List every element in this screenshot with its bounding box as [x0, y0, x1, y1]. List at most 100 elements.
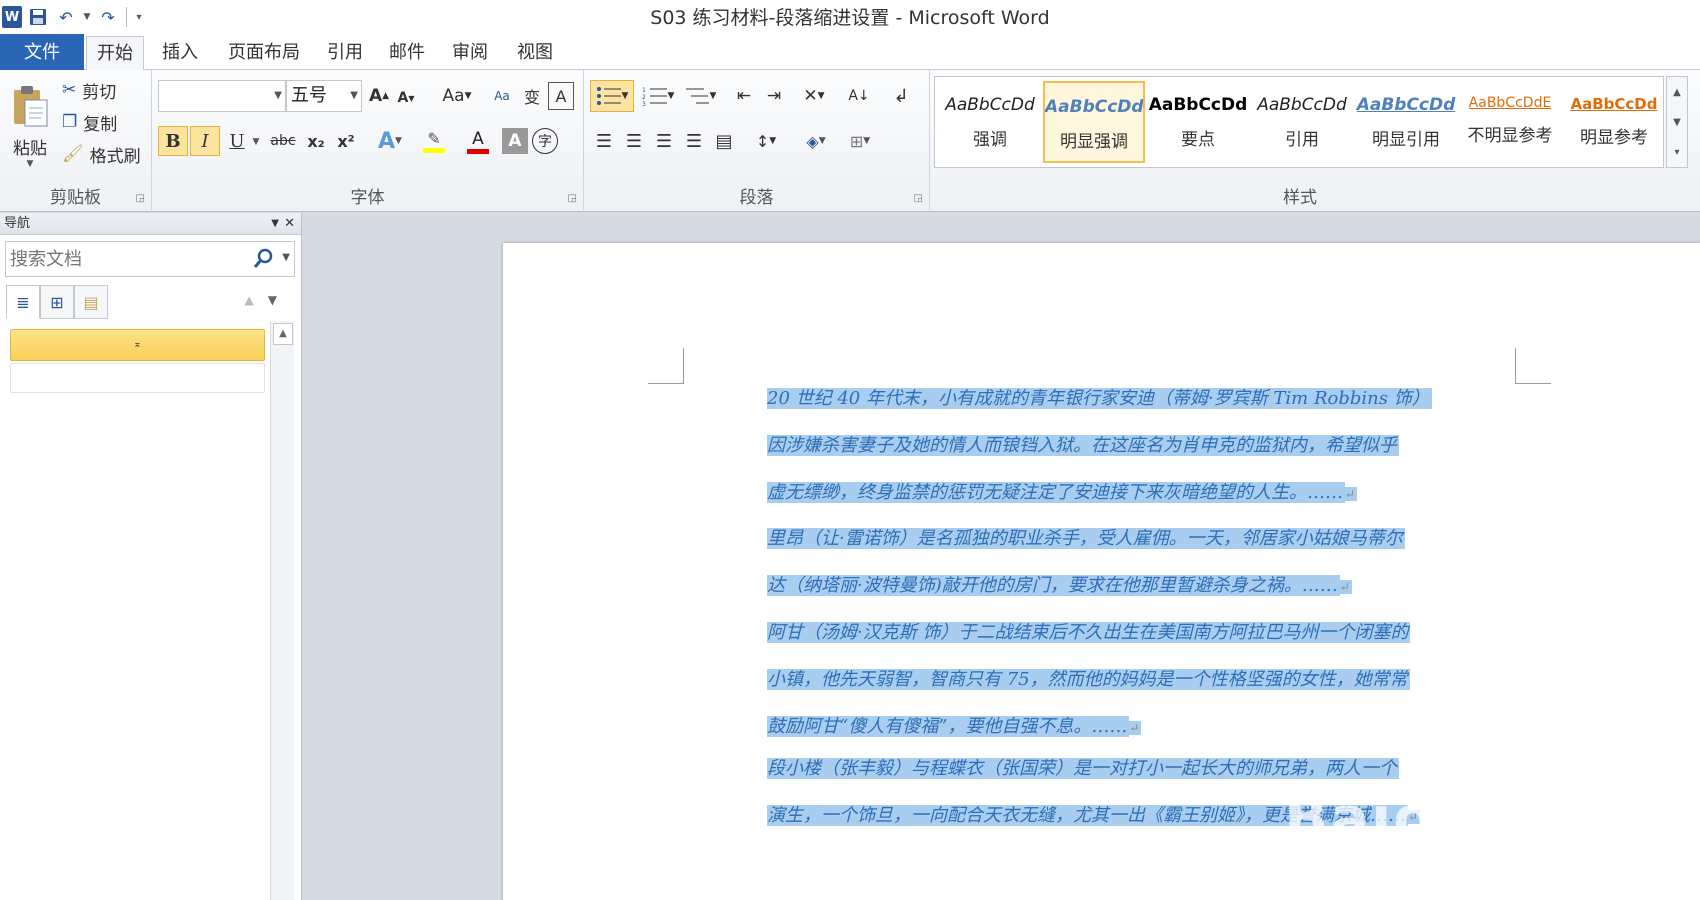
show-formatting-marks-icon[interactable]: ↲ — [886, 82, 916, 110]
font-launcher-icon[interactable]: ◲ — [568, 193, 577, 204]
paragraph-launcher-icon[interactable]: ◲ — [914, 193, 923, 204]
style-intense-reference[interactable]: AaBbCcDd 明显参考 — [1563, 81, 1665, 163]
font-name-dropdown-icon[interactable]: ▼ — [274, 81, 282, 111]
style-subtle-reference[interactable]: AaBbCcDdE 不明显参考 — [1459, 81, 1561, 163]
qat-separator — [126, 7, 127, 27]
character-border-icon[interactable]: A — [548, 82, 574, 110]
word-app-icon[interactable]: W — [2, 6, 22, 28]
tab-review[interactable]: 审阅 — [445, 36, 495, 70]
tab-insert[interactable]: 插入 — [150, 36, 210, 70]
character-shading-icon[interactable]: A — [502, 128, 528, 154]
styles-scroll-down-icon[interactable]: ▼ — [1673, 117, 1681, 128]
style-intense-emphasis[interactable]: AaBbCcDd 明显强调 — [1043, 81, 1145, 163]
highlight-color-icon[interactable]: ✎ — [414, 126, 454, 156]
tab-results[interactable]: ▤ — [74, 285, 108, 319]
shrink-font-icon[interactable]: A ▼ — [394, 84, 418, 112]
shading-icon[interactable]: ◈ ▼ — [796, 126, 836, 156]
tab-headings[interactable]: ≣ — [6, 285, 40, 319]
numbering-icon[interactable]: 123 ▼ — [638, 80, 678, 112]
font-name-combo[interactable]: ▼ — [158, 80, 286, 112]
paragraph-3[interactable]: 阿甘（汤姆·汉克斯 饰）于二战结束后不久出生在美国南方阿拉巴马州一个闭塞的 小镇… — [767, 609, 1411, 750]
search-input[interactable] — [6, 242, 246, 276]
nav-view-tabs: ≣ ⊞ ▤ — [6, 285, 108, 319]
style-name: 明显强调 — [1060, 132, 1128, 152]
previous-heading-icon[interactable]: ▲ — [245, 293, 268, 307]
strikethrough-button[interactable]: abc — [266, 126, 300, 156]
style-emphasis[interactable]: AaBbCcDd 强调 — [939, 81, 1041, 163]
paste-button[interactable]: 粘贴 ▼ — [6, 76, 54, 176]
paragraph-2[interactable]: 里昂（让·雷诺饰）是名孤独的职业杀手，受人雇佣。一天，邻居家小姑娘马蒂尔 达（纳… — [767, 515, 1405, 609]
headings-view-icon: ≣ — [16, 292, 30, 312]
tab-references[interactable]: 引用 — [320, 36, 370, 70]
tab-page-layout[interactable]: 页面布局 — [214, 36, 314, 70]
tab-file[interactable]: 文件 — [0, 34, 84, 71]
font-size-dropdown-icon[interactable]: ▼ — [350, 81, 358, 111]
style-name: 明显参考 — [1580, 128, 1648, 148]
format-painter-button[interactable]: 🖌 格式刷 — [62, 140, 141, 168]
paragraph-1[interactable]: 20 世纪 40 年代末，小有成就的青年银行家安迪（蒂姆·罗宾斯 Tim Rob… — [767, 375, 1432, 516]
clear-formatting-icon[interactable]: Aa — [488, 82, 516, 110]
redo-icon[interactable]: ↷ — [96, 5, 120, 29]
close-icon[interactable]: ✕ — [284, 213, 295, 235]
borders-icon[interactable]: ⊞ ▼ — [840, 126, 880, 156]
cut-button[interactable]: ✂ 剪切 — [62, 76, 116, 104]
styles-more-icon[interactable]: ▾ — [1674, 147, 1679, 158]
italic-button[interactable]: I — [190, 126, 220, 156]
grow-font-icon[interactable]: A ▲ — [366, 82, 392, 110]
justify-icon[interactable]: ☰ — [680, 126, 708, 156]
svg-text:3: 3 — [642, 101, 646, 106]
change-case-icon[interactable]: Aa ▼ — [436, 82, 478, 110]
clipboard-launcher-icon[interactable]: ◲ — [136, 193, 145, 204]
svg-text:2: 2 — [642, 94, 646, 101]
save-icon[interactable] — [26, 5, 50, 29]
font-color-icon[interactable]: A — [458, 126, 498, 156]
next-heading-icon[interactable]: ▼ — [268, 293, 291, 307]
multilevel-list-icon[interactable]: ▼ — [680, 80, 720, 112]
tab-view[interactable]: 视图 — [510, 36, 560, 70]
bullets-button[interactable]: ▼ — [590, 80, 634, 112]
nav-heading-item[interactable]: ⌅ — [10, 329, 265, 361]
line-text: 达（纳塔丽·波特曼饰)敲开他的房门，要求在他那里暂避杀身之祸。…… — [767, 575, 1340, 596]
decrease-indent-icon[interactable]: ⇤ — [730, 82, 758, 110]
undo-dropdown-icon[interactable]: ▼ — [82, 5, 92, 29]
underline-dropdown-icon[interactable]: ▼ — [250, 128, 262, 156]
tab-mailings[interactable]: 邮件 — [382, 36, 432, 70]
underline-button[interactable]: U — [224, 126, 250, 156]
sort-icon[interactable]: A↓ — [844, 82, 874, 110]
font-size-combo[interactable]: 五号 ▼ — [286, 80, 362, 112]
customize-qat-icon[interactable]: ▾ — [133, 5, 145, 29]
enclose-characters-icon[interactable]: 字 — [532, 128, 558, 154]
bold-button[interactable]: B — [158, 126, 188, 156]
style-quote[interactable]: AaBbCcDd 引用 — [1251, 81, 1353, 163]
copy-button[interactable]: ❐ 复制 — [62, 108, 117, 136]
scroll-up-icon[interactable]: ▲ — [273, 323, 293, 345]
align-left-icon[interactable]: ☰ — [590, 126, 618, 156]
distributed-icon[interactable]: ▤ — [710, 126, 738, 156]
subscript-button[interactable]: x₂ — [302, 126, 330, 156]
tab-home[interactable]: 开始 — [86, 36, 144, 72]
search-icon[interactable] — [252, 248, 274, 270]
tab-pages[interactable]: ⊞ — [40, 285, 74, 319]
align-right-icon[interactable]: ☰ — [650, 126, 678, 156]
line-spacing-icon[interactable]: ↕ ▼ — [746, 126, 786, 156]
undo-icon[interactable]: ↶ — [54, 5, 78, 29]
nav-heading-empty[interactable] — [10, 363, 265, 393]
align-center-icon[interactable]: ☰ — [620, 126, 648, 156]
nav-scrollbar[interactable]: ▲ — [270, 321, 294, 900]
paste-dropdown-icon[interactable]: ▼ — [27, 159, 34, 169]
styles-scroll-up-icon[interactable]: ▲ — [1673, 87, 1681, 98]
style-strong[interactable]: AaBbCcDd 要点 — [1147, 81, 1249, 163]
text-effects-icon[interactable]: A ▼ — [370, 126, 410, 156]
bullets-icon — [596, 87, 621, 105]
style-intense-quote[interactable]: AaBbCcDd 明显引用 — [1355, 81, 1457, 163]
nav-options-icon[interactable]: ▼ — [271, 213, 279, 235]
superscript-button[interactable]: x² — [332, 126, 360, 156]
increase-indent-icon[interactable]: ⇥ — [760, 82, 788, 110]
phonetic-guide-icon[interactable]: 变 — [518, 82, 546, 110]
line-text: 20 世纪 40 年代末，小有成就的青年银行家安迪（蒂姆·罗宾斯 Tim Rob… — [767, 388, 1432, 409]
watermark-url: jingyan.baidu.com — [1323, 855, 1600, 890]
chinese-layout-icon[interactable]: ✕ ▼ — [794, 82, 834, 110]
paragraph-group-label: 段落 — [739, 188, 774, 208]
styles-group-label: 样式 — [1283, 188, 1317, 208]
search-dropdown-icon[interactable]: ▼ — [282, 252, 290, 263]
